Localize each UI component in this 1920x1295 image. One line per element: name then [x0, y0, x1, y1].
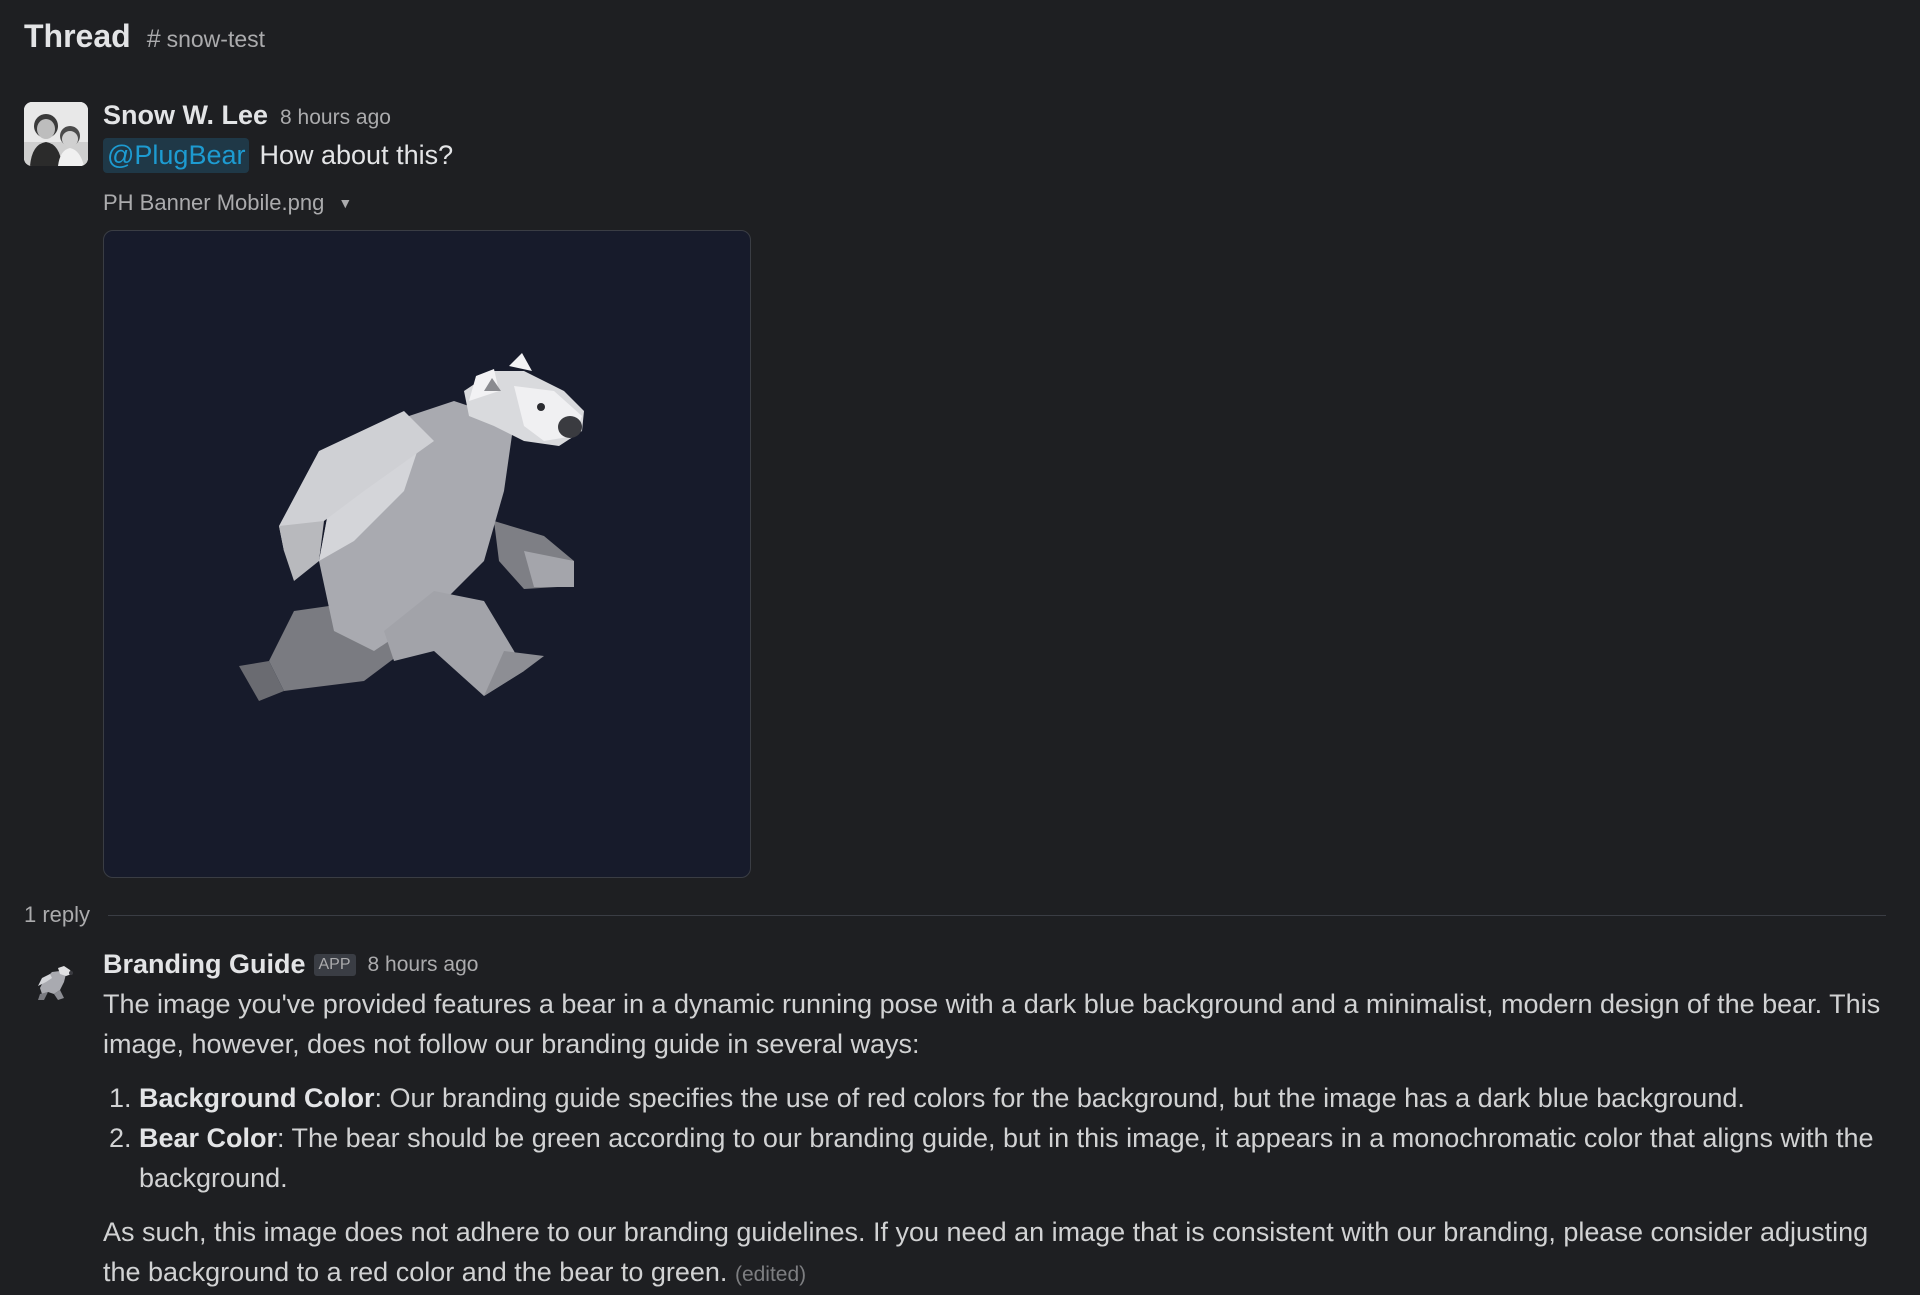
user-mention[interactable]: @PlugBear: [103, 138, 250, 173]
author-name[interactable]: Snow W. Lee: [103, 100, 268, 131]
issues-list: Background Color: Our branding guide spe…: [103, 1078, 1883, 1198]
hash-icon: #: [146, 25, 161, 53]
reply-count: 1 reply: [24, 902, 91, 927]
channel-link[interactable]: # snow-test: [147, 25, 265, 54]
message-header: Snow W. Lee 8 hours ago: [103, 100, 391, 131]
bear-running-illustration: [239, 353, 584, 701]
timestamp[interactable]: 8 hours ago: [368, 953, 479, 977]
conclusion-text: As such, this image does not adhere to o…: [103, 1217, 1869, 1287]
edited-label: (edited): [734, 1263, 807, 1286]
item-term: Background Color: [139, 1083, 375, 1113]
channel-name: snow-test: [166, 26, 266, 52]
thread-title: Thread: [24, 18, 131, 54]
file-name: PH Banner Mobile.png: [103, 190, 325, 215]
item-text: : The bear should be green according to …: [139, 1123, 1874, 1193]
caret-down-icon[interactable]: ▼: [338, 195, 352, 211]
avatar[interactable]: [24, 102, 88, 166]
item-term: Bear Color: [139, 1123, 278, 1153]
author-name[interactable]: Branding Guide: [103, 949, 306, 980]
message-text: @PlugBear How about this?: [103, 138, 453, 173]
list-item: Bear Color: The bear should be green acc…: [139, 1118, 1883, 1198]
timestamp[interactable]: 8 hours ago: [280, 106, 391, 130]
reply-divider: 1 reply: [24, 902, 1886, 928]
message-body: How about this?: [259, 140, 454, 170]
item-text: : Our branding guide specifies the use o…: [374, 1083, 1745, 1113]
thread-header: Thread # snow-test: [24, 18, 265, 55]
app-avatar[interactable]: [30, 960, 78, 1008]
file-header[interactable]: PH Banner Mobile.png ▼: [103, 190, 352, 216]
list-item: Background Color: Our branding guide spe…: [139, 1078, 1883, 1118]
message-body: The image you've provided features a bea…: [103, 984, 1883, 1295]
image-attachment[interactable]: [103, 230, 751, 878]
app-badge: APP: [313, 953, 356, 976]
message-header: Branding Guide APP 8 hours ago: [103, 949, 478, 980]
message-intro: The image you've provided features a bea…: [103, 989, 1881, 1059]
message-conclusion: As such, this image does not adhere to o…: [103, 1212, 1883, 1295]
bear-icon: [38, 966, 73, 1000]
divider-line: [108, 914, 1886, 916]
